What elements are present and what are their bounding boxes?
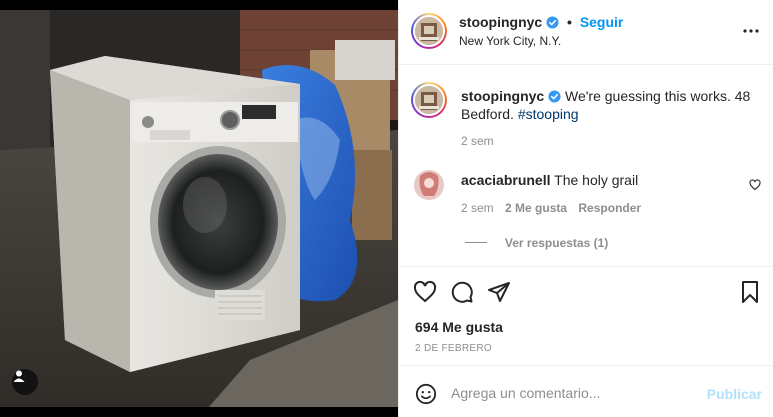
verified-badge-icon — [548, 90, 561, 103]
comment-input[interactable]: Agrega un comentario... — [451, 385, 600, 401]
likes-count[interactable]: 694 Me gusta — [415, 319, 503, 335]
comment-age[interactable]: 2 sem — [461, 201, 494, 215]
share-icon — [488, 282, 510, 302]
heart-icon — [749, 179, 761, 191]
comment-likes[interactable]: 2 Me gusta — [505, 201, 567, 215]
separator-dot: • — [567, 14, 572, 30]
replies-divider — [465, 242, 487, 243]
post-location[interactable]: New York City, N.Y. — [459, 34, 561, 48]
comment-meta: 2 sem 2 Me gusta Responder — [461, 201, 641, 215]
comment-button[interactable] — [450, 280, 474, 307]
heart-icon — [413, 280, 437, 303]
author-avatar[interactable] — [411, 13, 447, 49]
post-date: 2 DE FEBRERO — [415, 343, 492, 354]
view-replies-label: Ver respuestas (1) — [504, 236, 609, 250]
commenter-username[interactable]: acaciabrunell — [461, 172, 551, 188]
view-replies-button[interactable]: Ver respuestas (1) — [465, 234, 608, 250]
hashtag-link[interactable]: #stooping — [518, 106, 579, 122]
more-options-icon — [743, 29, 759, 33]
caption-avatar[interactable] — [411, 82, 447, 118]
post-photo[interactable] — [0, 0, 398, 417]
more-options-button[interactable] — [742, 22, 760, 40]
comment-body: acaciabrunell The holy grail — [461, 172, 638, 188]
comment-icon — [451, 281, 473, 303]
author-username[interactable]: stoopingnyc — [459, 14, 542, 30]
post-actions: 694 Me gusta 2 DE FEBRERO — [399, 266, 773, 364]
post-details-panel: stoopingnyc • Seguir New York City, N.Y. — [398, 0, 773, 417]
user-tag-icon — [13, 370, 25, 382]
commenter-avatar[interactable] — [414, 170, 444, 200]
emoji-button[interactable] — [415, 383, 437, 408]
comment-composer: Agrega un comentario... Publicar — [399, 365, 773, 417]
comment-text: The holy grail — [554, 172, 639, 188]
post-header: stoopingnyc • Seguir New York City, N.Y. — [399, 0, 773, 65]
caption-age[interactable]: 2 sem — [461, 134, 494, 148]
bookmark-icon — [742, 281, 758, 303]
commenter-avatar-image — [414, 170, 444, 200]
dryer-photo — [0, 0, 398, 417]
caption-username[interactable]: stoopingnyc — [461, 88, 544, 104]
stoop-avatar-image — [415, 17, 443, 45]
save-button[interactable] — [738, 280, 762, 307]
reply-button[interactable]: Responder — [578, 201, 641, 215]
emoji-icon — [415, 383, 437, 405]
user-tag-button[interactable] — [12, 369, 38, 395]
comment-like-button[interactable] — [749, 178, 761, 194]
publish-button[interactable]: Publicar — [707, 386, 762, 402]
verified-badge-icon — [546, 16, 559, 29]
post-viewer: stoopingnyc • Seguir New York City, N.Y. — [0, 0, 773, 417]
share-button[interactable] — [487, 280, 511, 307]
post-caption: stoopingnyc We're guessing this works. 4… — [461, 87, 761, 123]
like-button[interactable] — [413, 280, 437, 307]
follow-button[interactable]: Seguir — [580, 14, 624, 30]
stoop-avatar-image — [415, 86, 443, 114]
